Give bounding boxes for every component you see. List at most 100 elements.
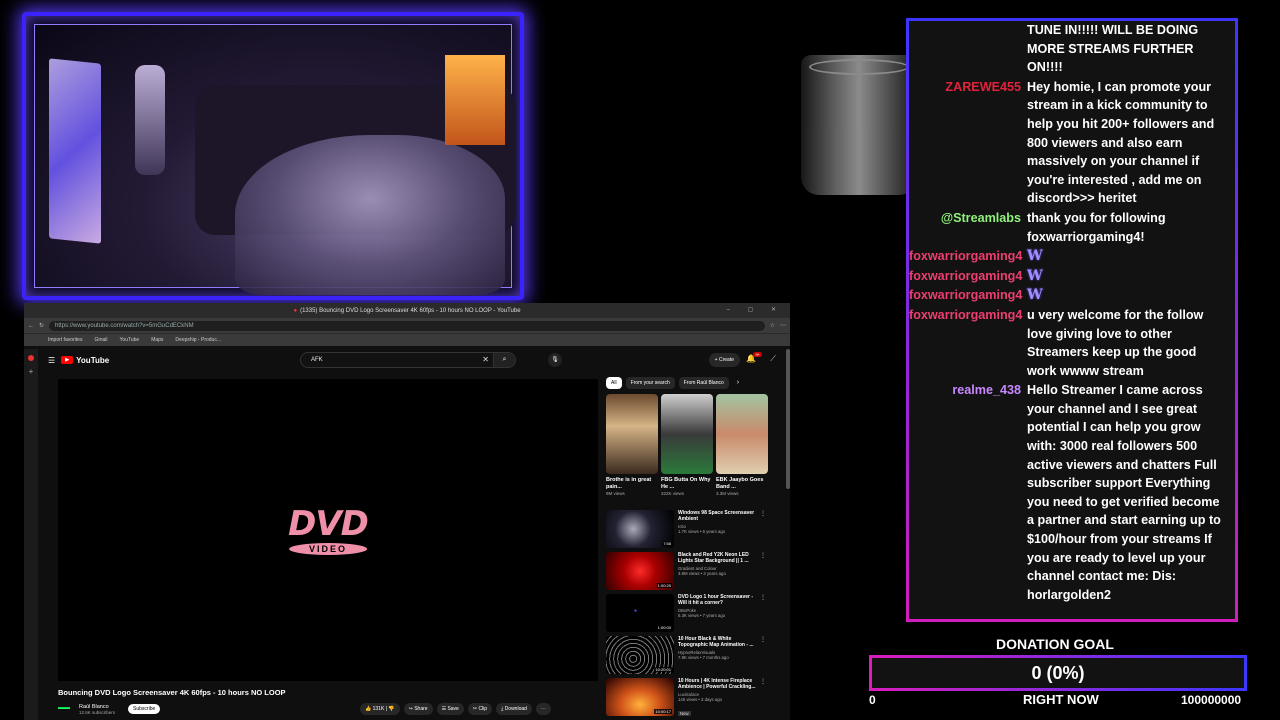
rec-thumbnail[interactable]: 10:20:01	[606, 636, 674, 674]
chat-username[interactable]: ZAREWE455	[909, 78, 1027, 208]
search-input[interactable]: AFK ✕ ⌕	[300, 352, 516, 368]
chat-username[interactable]: @Streamlabs	[909, 209, 1027, 246]
youtube-masthead: ☰ ▶ YouTube AFK ✕ ⌕ 🎙 + Create 🔔 9+ ⟋	[38, 349, 790, 371]
chat-text: W	[1027, 247, 1235, 266]
bookmark-item[interactable]: Deepship - Produc...	[175, 337, 221, 343]
short-views: 9M views	[606, 491, 625, 496]
subscribe-button[interactable]: Subscribe	[128, 704, 161, 714]
w-emote-icon: W	[1027, 248, 1043, 265]
bookmark-item[interactable]: Maps	[151, 337, 163, 343]
youtube-logo-text: YouTube	[76, 355, 110, 365]
rec-thumbnail[interactable]: 10:00:17	[606, 678, 674, 716]
rec-meta: 3.8M views • 3 years ago	[678, 571, 726, 576]
youtube-logo[interactable]: ▶ YouTube	[61, 356, 109, 365]
more-vert-icon[interactable]: ⋮	[760, 510, 766, 552]
list-item[interactable]: 1:00:25 Black and Red Y2K Neon LED Light…	[606, 552, 766, 594]
more-actions-button[interactable]: ⋯	[535, 703, 551, 715]
short-title[interactable]: FBG Butta On Why He ...	[661, 477, 713, 490]
browser-title-bar: ● (1335) Bouncing DVD Logo Screensaver 4…	[24, 303, 790, 318]
list-item[interactable]: 10:20:01 10 Hour Black & White Topograph…	[606, 636, 766, 678]
bookmark-item[interactable]: Import favorites	[48, 337, 82, 343]
chip-all[interactable]: All	[606, 377, 622, 389]
short-item[interactable]: Brothe is in great pain... 9M views	[606, 394, 658, 496]
list-item[interactable]: ● 1:00:00 DVD Logo 1 hour Screensaver - …	[606, 594, 766, 636]
chat-text: Hello Streamer I came across your channe…	[1027, 381, 1235, 604]
chat-box: TUNE IN!!!!! WILL BE DOING MORE STREAMS …	[906, 18, 1238, 622]
chat-message: TUNE IN!!!!! WILL BE DOING MORE STREAMS …	[909, 21, 1235, 77]
channel-info: Raúl Blanco 12.6K subscribers	[79, 704, 115, 715]
download-button[interactable]: ⤓ Download	[496, 703, 532, 715]
short-thumbnail[interactable]	[716, 394, 768, 474]
rec-title[interactable]: DVD Logo 1 hour Screensaver - Will it hi…	[678, 594, 756, 606]
bookmark-item[interactable]: YouTube	[120, 337, 140, 343]
channel-avatar[interactable]: ▬▬	[58, 705, 74, 713]
short-thumbnail[interactable]	[661, 394, 713, 474]
rail-youtube-icon[interactable]	[28, 355, 34, 361]
list-item[interactable]: 10:00:17 10 Hours | 4K Intense Fireplace…	[606, 678, 766, 720]
more-vert-icon[interactable]: ⋮	[760, 552, 766, 594]
page-scrollbar[interactable]	[786, 349, 790, 489]
save-button[interactable]: ☰ Save	[436, 703, 464, 715]
donation-max-label: 100000000	[1181, 693, 1242, 707]
share-label: Share	[414, 706, 428, 712]
dvd-logo-bottom: VIDEO	[288, 543, 368, 555]
webcam-feed	[34, 24, 515, 295]
refresh-icon[interactable]: ↻	[39, 322, 44, 329]
search-icon[interactable]: ⌕	[493, 353, 515, 367]
chip-from-channel[interactable]: From Raúl Blanco	[678, 377, 729, 389]
rec-duration: 1:00:25	[656, 583, 672, 588]
rec-thumbnail[interactable]: ● 1:00:00	[606, 594, 674, 632]
chat-username[interactable]: foxwarriorgaming4	[909, 247, 1027, 266]
more-vert-icon[interactable]: ⋮	[760, 678, 766, 720]
donation-goal-bar: 0 (0%)	[869, 655, 1247, 691]
menu-icon[interactable]: ☰	[48, 356, 55, 365]
rail-add-icon[interactable]: +	[24, 367, 38, 376]
chat-username[interactable]	[909, 21, 1027, 77]
rec-meta: 1.7K views • 6 years ago	[678, 529, 726, 534]
rec-duration: 7:58	[662, 541, 672, 546]
window-controls[interactable]: – ▢ ✕	[727, 306, 784, 313]
rec-title[interactable]: Windows 98 Space Screensaver Ambient	[678, 510, 756, 522]
chat-username[interactable]: realme_438	[909, 381, 1027, 604]
short-title[interactable]: EBK Jaaybo Goes Band ...	[716, 477, 768, 490]
dvd-logo: DVD VIDEO	[288, 504, 369, 557]
bookmark-item[interactable]: Gmail	[94, 337, 107, 343]
short-item[interactable]: FBG Butta On Why He ... 322K views	[661, 394, 713, 496]
webcam-window-light	[445, 55, 505, 145]
short-thumbnail[interactable]	[606, 394, 658, 474]
rec-title[interactable]: Black and Red Y2K Neon LED Lights Star B…	[678, 552, 756, 564]
rec-thumbnail[interactable]: 7:58	[606, 510, 674, 548]
clip-button[interactable]: ✂ Clip	[467, 703, 493, 715]
video-player[interactable]: DVD VIDEO	[58, 379, 598, 681]
mic-icon[interactable]: 🎙	[548, 353, 562, 367]
avatar[interactable]: ⟋	[770, 354, 776, 364]
more-vert-icon[interactable]: ⋮	[760, 636, 766, 678]
rec-thumbnail[interactable]: 1:00:25	[606, 552, 674, 590]
like-button[interactable]: 👍 131K | 👎	[360, 703, 400, 715]
dvd-logo-top: DVD	[288, 504, 369, 544]
rec-title[interactable]: 10 Hours | 4K Intense Fireplace Ambience…	[678, 678, 756, 690]
url-input[interactable]: https://www.youtube.com/watch?v=5mGuCdEC…	[49, 320, 765, 331]
extensions-icon[interactable]: ⋯	[780, 322, 786, 329]
chip-from-search[interactable]: From your search	[625, 377, 675, 389]
share-button[interactable]: ↪ Share	[403, 703, 433, 715]
chat-message: @Streamlabs thank you for following foxwa…	[909, 209, 1235, 246]
rec-title[interactable]: 10 Hour Black & White Topographic Map An…	[678, 636, 756, 648]
more-vert-icon[interactable]: ⋮	[760, 594, 766, 636]
create-button[interactable]: + Create	[708, 353, 740, 367]
rec-duration: 1:00:00	[656, 625, 672, 630]
list-item[interactable]: 7:58 Windows 98 Space Screensaver Ambien…	[606, 510, 766, 552]
clear-search-icon[interactable]: ✕	[482, 353, 489, 367]
star-icon[interactable]: ☆	[770, 322, 775, 329]
short-item[interactable]: EBK Jaaybo Goes Band ... 3.3M views	[716, 394, 768, 496]
chevron-right-icon[interactable]: ›	[737, 377, 739, 389]
rec-info: 10 Hours | 4K Intense Fireplace Ambience…	[678, 678, 756, 720]
chat-message: realme_438 Hello Streamer I came across y…	[909, 381, 1235, 604]
short-title[interactable]: Brothe is in great pain...	[606, 477, 658, 490]
chat-username[interactable]: foxwarriorgaming4	[909, 286, 1027, 305]
chat-username[interactable]: foxwarriorgaming4	[909, 267, 1027, 286]
donation-goal-title: DONATION GOAL	[996, 636, 1114, 652]
recommendation-chips: All From your search From Raúl Blanco ›	[606, 377, 739, 389]
chat-username[interactable]: foxwarriorgaming4	[909, 306, 1027, 380]
back-icon[interactable]: ←	[28, 323, 34, 329]
